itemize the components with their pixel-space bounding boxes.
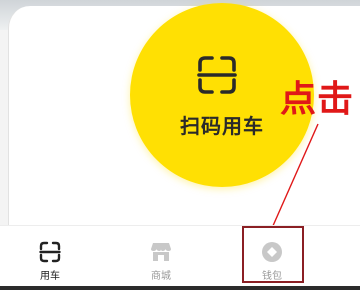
wallet-icon bbox=[262, 242, 282, 262]
scan-icon bbox=[39, 241, 61, 263]
tab-wallet[interactable]: 钱包 bbox=[242, 240, 302, 286]
scan-icon bbox=[197, 56, 237, 94]
tab-wallet-label: 钱包 bbox=[262, 271, 282, 282]
bottom-tab-bar: 用车 商城 钱包 bbox=[0, 225, 360, 290]
shop-icon bbox=[151, 243, 171, 261]
app-screen: 扫码用车 点击 用车 商城 钱包 bbox=[0, 0, 360, 290]
tab-shop-label: 商城 bbox=[151, 271, 171, 282]
scan-ride-label: 扫码用车 bbox=[180, 114, 264, 138]
tab-ride[interactable]: 用车 bbox=[20, 240, 80, 286]
tab-shop[interactable]: 商城 bbox=[131, 240, 191, 286]
tab-ride-label: 用车 bbox=[40, 271, 60, 282]
bottom-edge bbox=[0, 286, 360, 290]
annotation-label: 点击 bbox=[280, 79, 355, 120]
